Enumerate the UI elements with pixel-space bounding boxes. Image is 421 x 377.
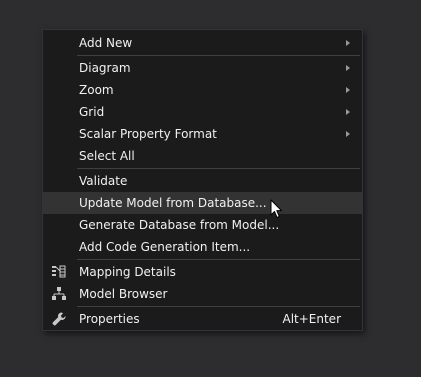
menu-item-label: Select All: [79, 149, 135, 163]
submenu-arrow-icon: [346, 65, 350, 71]
menu-item-grid[interactable]: Grid: [43, 101, 362, 123]
menu-item-label: Update Model from Database...: [79, 196, 267, 210]
menu-item-generate-database[interactable]: Generate Database from Model...: [43, 214, 362, 236]
workspace: Add New Diagram Zoom Grid Scalar Propert…: [0, 0, 421, 377]
submenu-arrow-icon: [346, 40, 350, 46]
mouse-cursor-icon: [270, 199, 282, 218]
menu-item-zoom[interactable]: Zoom: [43, 79, 362, 101]
menu-separator: [77, 259, 360, 260]
wrench-icon: [52, 312, 66, 326]
menu-item-label: Diagram: [79, 61, 131, 75]
menu-item-label: Scalar Property Format: [79, 127, 217, 141]
menu-item-mapping-details[interactable]: Mapping Details: [43, 261, 362, 283]
menu-item-scalar-property-format[interactable]: Scalar Property Format: [43, 123, 362, 145]
menu-separator: [77, 168, 360, 169]
menu-item-label: Zoom: [79, 83, 114, 97]
menu-item-label: Properties: [79, 312, 140, 326]
menu-item-label: Add Code Generation Item...: [79, 240, 251, 254]
submenu-arrow-icon: [346, 109, 350, 115]
menu-item-model-browser[interactable]: Model Browser: [43, 283, 362, 305]
menu-item-diagram[interactable]: Diagram: [43, 57, 362, 79]
menu-item-update-model[interactable]: Update Model from Database...: [43, 192, 362, 214]
menu-item-validate[interactable]: Validate: [43, 170, 362, 192]
context-menu: Add New Diagram Zoom Grid Scalar Propert…: [42, 29, 363, 331]
submenu-arrow-icon: [346, 87, 350, 93]
menu-item-label: Model Browser: [79, 287, 168, 301]
menu-item-label: Grid: [79, 105, 105, 119]
submenu-arrow-icon: [346, 131, 350, 137]
menu-separator: [77, 306, 360, 307]
menu-item-label: Validate: [79, 174, 128, 188]
menu-item-properties[interactable]: Properties Alt+Enter: [43, 308, 362, 330]
shortcut-label: Alt+Enter: [282, 312, 341, 326]
menu-item-label: Mapping Details: [79, 265, 176, 279]
menu-item-select-all[interactable]: Select All: [43, 145, 362, 167]
model-browser-icon: [52, 287, 66, 300]
menu-item-label: Add New: [79, 36, 133, 50]
mapping-details-icon: [52, 265, 66, 278]
menu-separator: [77, 55, 360, 56]
menu-item-add-code-generation[interactable]: Add Code Generation Item...: [43, 236, 362, 258]
menu-item-add-new[interactable]: Add New: [43, 32, 362, 54]
menu-item-label: Generate Database from Model...: [79, 218, 280, 232]
